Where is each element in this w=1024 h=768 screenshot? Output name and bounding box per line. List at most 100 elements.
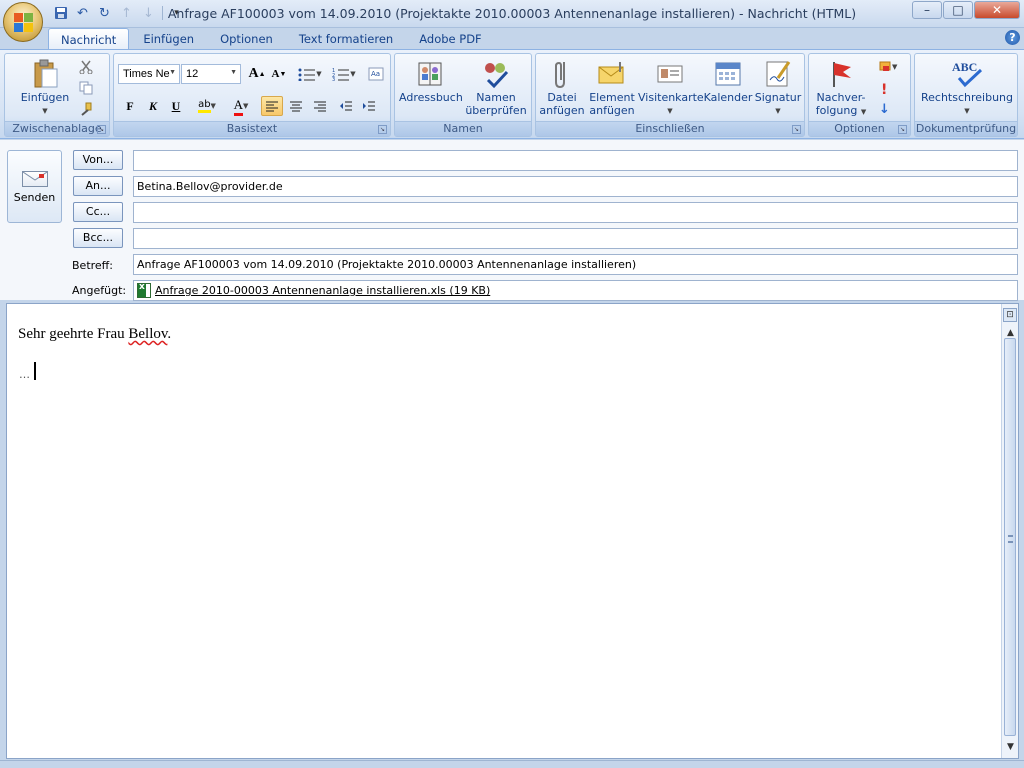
window-title: Anfrage AF100003 vom 14.09.2010 (Projekt…: [167, 6, 857, 21]
minimize-button[interactable]: –: [912, 1, 942, 19]
italic-button[interactable]: K: [143, 96, 163, 116]
ribbon-tabs: Nachricht Einfügen Optionen Text formati…: [0, 28, 1024, 50]
kalender-button[interactable]: Kalender: [703, 58, 753, 105]
adressbuch-button[interactable]: Adressbuch: [399, 58, 463, 105]
bold-button[interactable]: F: [120, 96, 140, 116]
envelope-attach-icon: [596, 58, 628, 90]
namen-ueberpruefen-button[interactable]: Namen überprüfen: [465, 58, 527, 117]
format-painter-icon[interactable]: [79, 102, 93, 119]
cut-icon[interactable]: [79, 60, 93, 77]
paragraph-mark-icon: …: [19, 368, 30, 381]
chevron-down-icon: ▼: [775, 106, 781, 115]
element-label-1: Element: [589, 91, 635, 104]
dialog-launcher-icon[interactable]: ↘: [378, 125, 387, 134]
greeting-prefix: Sehr geehrte Frau: [18, 326, 129, 342]
copy-icon[interactable]: [79, 81, 93, 98]
tab-adobe-pdf[interactable]: Adobe PDF: [407, 28, 493, 50]
namen-label-2: überprüfen: [465, 103, 527, 117]
svg-text:Aa: Aa: [371, 70, 380, 78]
spelling-check-icon: ABC: [947, 58, 987, 90]
scroll-thumb[interactable]: [1004, 338, 1016, 736]
svg-text:3: 3: [332, 77, 335, 81]
tab-optionen[interactable]: Optionen: [208, 28, 285, 50]
dialog-launcher-icon[interactable]: ↘: [97, 125, 106, 134]
nachverfolgung-button[interactable]: Nachver- folgung ▼: [811, 58, 871, 118]
excel-file-icon: [137, 282, 151, 298]
vertical-scrollbar[interactable]: ⊡ ▲ ▼: [1001, 304, 1018, 758]
decrease-indent-icon[interactable]: [335, 96, 357, 116]
font-size-combo[interactable]: 12 ▼: [181, 64, 241, 84]
chevron-down-icon: ▼: [667, 106, 673, 115]
rechtschreibung-button[interactable]: ABC Rechtschreibung ▼: [917, 58, 1017, 117]
scroll-down-icon[interactable]: ▼: [1004, 742, 1017, 752]
datei-anfuegen-button[interactable]: Datei anfügen: [538, 58, 586, 117]
element-anfuegen-button[interactable]: Element anfügen: [588, 58, 636, 117]
send-button[interactable]: Senden: [7, 150, 62, 223]
close-button[interactable]: ✕: [974, 1, 1020, 19]
high-importance-icon[interactable]: !: [881, 82, 887, 98]
group-einschliessen: Datei anfügen Element anfügen Visitenkar…: [535, 53, 805, 137]
dialog-launcher-icon[interactable]: ↘: [898, 125, 907, 134]
align-right-icon[interactable]: [309, 96, 331, 116]
cc-field[interactable]: [133, 202, 1018, 223]
low-importance-icon[interactable]: ↓: [879, 102, 890, 117]
align-center-icon[interactable]: [285, 96, 307, 116]
von-button[interactable]: Von...: [73, 150, 123, 170]
adressbuch-label: Adressbuch: [399, 91, 463, 104]
flag-icon: [825, 58, 857, 90]
attachment-link[interactable]: Anfrage 2010-00003 Antennenanlage instal…: [155, 284, 490, 297]
group-label-basistext: Basistext: [114, 121, 390, 136]
view-ruler-icon[interactable]: ⊡: [1003, 308, 1017, 322]
tab-text-formatieren[interactable]: Text formatieren: [287, 28, 405, 50]
element-label-2: anfügen: [589, 103, 635, 117]
tab-einfuegen[interactable]: Einfügen: [131, 28, 206, 50]
align-left-icon[interactable]: [261, 96, 283, 116]
group-label-optionen: Optionen: [809, 121, 910, 136]
font-color-button[interactable]: A ▼: [226, 96, 256, 116]
chevron-down-icon: ▼: [230, 69, 237, 76]
group-label-dokumentpruefung: Dokumentprüfung: [915, 121, 1017, 136]
von-field[interactable]: [133, 150, 1018, 171]
group-label-einschliessen: Einschließen: [536, 121, 804, 136]
greeting-name: Bellov: [128, 326, 168, 342]
increase-indent-icon[interactable]: [358, 96, 380, 116]
shrink-font-icon[interactable]: A ▼: [269, 64, 289, 84]
subject-field[interactable]: Anfrage AF100003 vom 14.09.2010 (Projekt…: [133, 254, 1018, 275]
group-label-zwischenablage: Zwischenablage: [5, 121, 109, 136]
scroll-up-icon[interactable]: ▲: [1004, 328, 1017, 338]
dialog-launcher-icon[interactable]: ↘: [792, 125, 801, 134]
numbering-icon[interactable]: 1 2 3 ▼: [330, 64, 358, 84]
underline-button[interactable]: U: [166, 96, 186, 116]
bullets-icon[interactable]: ▼: [296, 64, 324, 84]
highlight-icon: ab: [198, 99, 211, 113]
visitenkarte-button[interactable]: Visitenkarte ▼: [638, 58, 704, 117]
categorize-icon[interactable]: ▼: [879, 60, 899, 77]
group-basistext: Times Ne ▼ 12 ▼ A ▲ A ▼ ▼ 1 2 3 ▼ Aa F K U ab…: [113, 53, 391, 137]
font-color-icon: A: [233, 97, 243, 116]
an-button[interactable]: An...: [73, 176, 123, 196]
bcc-field[interactable]: [133, 228, 1018, 249]
styles-icon[interactable]: Aa: [366, 64, 386, 84]
angefuegt-label: Angefügt:: [72, 284, 127, 297]
nachverfolgung-label-2: folgung: [815, 103, 858, 117]
tab-nachricht[interactable]: Nachricht: [48, 28, 130, 50]
message-body[interactable]: Sehr geehrte Frau Bellov. … ⊡ ▲ ▼: [6, 303, 1019, 759]
bcc-button[interactable]: Bcc...: [73, 228, 123, 248]
signature-icon: [762, 58, 794, 90]
business-card-icon: [654, 58, 686, 90]
highlight-button[interactable]: ab ▼: [192, 96, 222, 116]
group-namen: Adressbuch Namen überprüfen Namen: [394, 53, 532, 137]
font-name-combo[interactable]: Times Ne ▼: [118, 64, 180, 84]
cc-button[interactable]: Cc...: [73, 202, 123, 222]
grow-font-icon[interactable]: A ▲: [247, 64, 267, 84]
address-book-icon: [414, 58, 446, 90]
signatur-button[interactable]: Signatur ▼: [754, 58, 802, 117]
paste-button[interactable]: Einfügen ▼: [19, 58, 71, 117]
an-field[interactable]: Betina.Bellov@provider.de: [133, 176, 1018, 197]
title-bar: ↶ ↻ ↑ ↓ ▾ Anfrage AF100003 vom 14.09.201…: [0, 0, 1024, 28]
maximize-button[interactable]: □: [943, 1, 973, 19]
group-zwischenablage: Einfügen ▼ Zwischenablage ↘: [4, 53, 110, 137]
office-button[interactable]: [3, 2, 43, 42]
datei-label-2: anfügen: [539, 103, 585, 117]
help-icon[interactable]: ?: [1005, 30, 1020, 45]
